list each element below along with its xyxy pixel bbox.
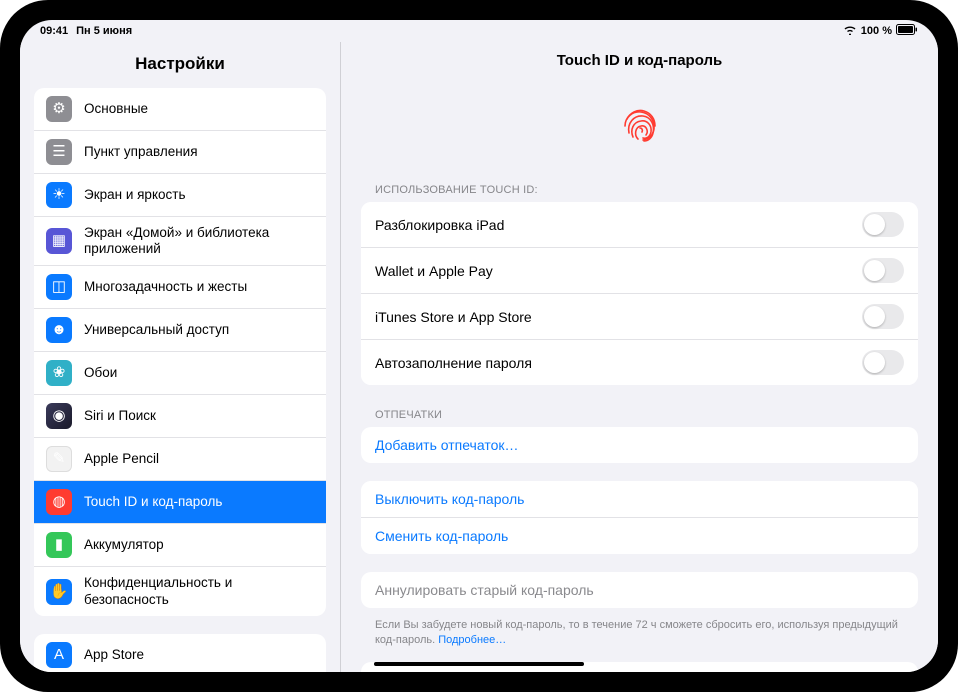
sidebar-item-label: Apple Pencil bbox=[84, 451, 314, 467]
sidebar-item-label: Экран и яркость bbox=[84, 187, 314, 203]
fingerprint-hero bbox=[361, 85, 918, 178]
passcode-actions-group: Выключить код-пароль Сменить код-пароль bbox=[361, 481, 918, 554]
sidebar-item-label: App Store bbox=[84, 647, 314, 663]
sidebar-item-siri[interactable]: ◉ Siri и Поиск bbox=[34, 395, 326, 438]
section-header-usage: ИСПОЛЬЗОВАНИЕ TOUCH ID: bbox=[361, 178, 918, 202]
battery-icon: ▮ bbox=[46, 532, 72, 558]
sidebar-item-gear[interactable]: ⚙ Основные bbox=[34, 88, 326, 131]
sidebar-item-pencil[interactable]: ✎ Apple Pencil bbox=[34, 438, 326, 481]
usage-toggle-row: iTunes Store и App Store bbox=[361, 294, 918, 340]
usage-toggle-label: Автозаполнение пароля bbox=[375, 355, 862, 371]
detail-scroll[interactable]: ИСПОЛЬЗОВАНИЕ TOUCH ID: Разблокировка iP… bbox=[341, 85, 938, 672]
appstore-icon: A bbox=[46, 642, 72, 668]
expire-old-passcode-label: Аннулировать старый код-пароль bbox=[375, 582, 904, 598]
sidebar-item-label: Touch ID и код-пароль bbox=[84, 494, 314, 510]
detail-title: Touch ID и код-пароль bbox=[341, 42, 938, 85]
home-grid-icon: ▦ bbox=[46, 228, 72, 254]
sidebar-item-privacy[interactable]: ✋ Конфиденциальность и безопасность bbox=[34, 567, 326, 615]
usage-toggle-row: Wallet и Apple Pay bbox=[361, 248, 918, 294]
change-passcode-label: Сменить код-пароль bbox=[375, 528, 904, 544]
status-bar: 09:41 Пн 5 июня 100 % bbox=[20, 20, 938, 42]
toggle-switch[interactable] bbox=[862, 304, 904, 329]
expire-passcode-group: Аннулировать старый код-пароль bbox=[361, 572, 918, 608]
wallpaper-icon: ❀ bbox=[46, 360, 72, 386]
usage-toggle-row: Разблокировка iPad bbox=[361, 202, 918, 248]
privacy-icon: ✋ bbox=[46, 579, 72, 605]
change-passcode-button[interactable]: Сменить код-пароль bbox=[361, 518, 918, 554]
detail-pane: Touch ID и код-пароль bbox=[340, 42, 938, 672]
sidebar-item-label: Пункт управления bbox=[84, 144, 314, 160]
sidebar-item-label: Универсальный доступ bbox=[84, 322, 314, 338]
status-date: Пн 5 июня bbox=[76, 25, 132, 37]
settings-sidebar: Настройки ⚙ Основные ☰ Пункт управления ☀ Экр… bbox=[20, 42, 340, 672]
siri-icon: ◉ bbox=[46, 403, 72, 429]
section-header-fingerprints: ОТПЕЧАТКИ bbox=[361, 403, 918, 427]
sidebar-title: Настройки bbox=[20, 48, 340, 88]
usage-toggle-label: Разблокировка iPad bbox=[375, 217, 862, 233]
toggle-switch[interactable] bbox=[862, 350, 904, 375]
turn-off-passcode-button[interactable]: Выключить код-пароль bbox=[361, 481, 918, 518]
accessibility-icon: ☻ bbox=[46, 317, 72, 343]
usage-toggle-label: iTunes Store и App Store bbox=[375, 309, 862, 325]
expire-old-passcode-footer: Если Вы забудете новый код-пароль, то в … bbox=[361, 612, 918, 662]
touchid-icon: ◍ bbox=[46, 489, 72, 515]
usage-toggle-row: Автозаполнение пароля bbox=[361, 340, 918, 385]
sidebar-item-accessibility[interactable]: ☻ Универсальный доступ bbox=[34, 309, 326, 352]
sidebar-item-label: Экран «Домой» и библиотека приложений bbox=[84, 225, 314, 257]
gear-icon: ⚙ bbox=[46, 96, 72, 122]
sidebar-group-2: AApp Store▭Wallet и Apple Pay bbox=[34, 634, 326, 672]
sidebar-item-label: Siri и Поиск bbox=[84, 408, 314, 424]
status-battery-text: 100 % bbox=[861, 25, 892, 37]
fingerprint-icon bbox=[617, 103, 663, 154]
sidebar-item-multitask[interactable]: ◫ Многозадачность и жесты bbox=[34, 266, 326, 309]
sidebar-scroll[interactable]: ⚙ Основные ☰ Пункт управления ☀ Экран и яркос… bbox=[20, 88, 340, 672]
battery-icon bbox=[896, 24, 918, 38]
usage-toggle-label: Wallet и Apple Pay bbox=[375, 263, 862, 279]
turn-off-passcode-label: Выключить код-пароль bbox=[375, 491, 904, 507]
brightness-icon: ☀ bbox=[46, 182, 72, 208]
status-time: 09:41 bbox=[40, 25, 68, 37]
sidebar-item-label: Аккумулятор bbox=[84, 537, 314, 553]
sidebar-item-label: Основные bbox=[84, 101, 314, 117]
sidebar-item-switches[interactable]: ☰ Пункт управления bbox=[34, 131, 326, 174]
sidebar-item-label: Обои bbox=[84, 365, 314, 381]
multitask-icon: ◫ bbox=[46, 274, 72, 300]
sidebar-item-wallpaper[interactable]: ❀ Обои bbox=[34, 352, 326, 395]
sidebar-item-home-grid[interactable]: ▦ Экран «Домой» и библиотека приложений bbox=[34, 217, 326, 266]
screen: 09:41 Пн 5 июня 100 % Настройки ⚙ Основны… bbox=[20, 20, 938, 672]
toggle-switch[interactable] bbox=[862, 258, 904, 283]
expire-old-passcode-button[interactable]: Аннулировать старый код-пароль bbox=[361, 572, 918, 608]
sidebar-item-touchid[interactable]: ◍ Touch ID и код-пароль bbox=[34, 481, 326, 524]
sidebar-item-brightness[interactable]: ☀ Экран и яркость bbox=[34, 174, 326, 217]
ipad-frame: 09:41 Пн 5 июня 100 % Настройки ⚙ Основны… bbox=[0, 0, 958, 692]
sidebar-group-1: ⚙ Основные ☰ Пункт управления ☀ Экран и яркос… bbox=[34, 88, 326, 616]
add-fingerprint-button[interactable]: Добавить отпечаток… bbox=[361, 427, 918, 463]
sidebar-item-label: Конфиденциальность и безопасность bbox=[84, 575, 314, 607]
learn-more-link[interactable]: Подробнее… bbox=[438, 634, 506, 646]
sidebar-item-battery[interactable]: ▮ Аккумулятор bbox=[34, 524, 326, 567]
add-fingerprint-label: Добавить отпечаток… bbox=[375, 437, 904, 453]
fingerprints-group: Добавить отпечаток… bbox=[361, 427, 918, 463]
usage-group: Разблокировка iPad Wallet и Apple Pay iTun… bbox=[361, 202, 918, 385]
wifi-icon bbox=[843, 24, 857, 38]
pencil-icon: ✎ bbox=[46, 446, 72, 472]
toggle-switch[interactable] bbox=[862, 212, 904, 237]
sidebar-item-label: Многозадачность и жесты bbox=[84, 279, 314, 295]
home-indicator[interactable] bbox=[374, 662, 584, 666]
sidebar-item-appstore[interactable]: A App Store bbox=[34, 634, 326, 672]
switches-icon: ☰ bbox=[46, 139, 72, 165]
